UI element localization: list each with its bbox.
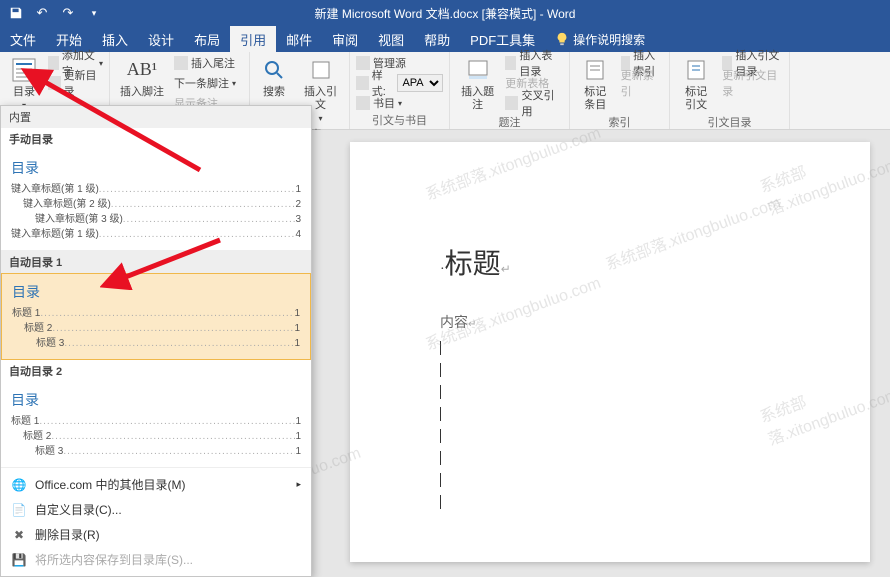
manual-toc-template[interactable]: 目录 键入章标题(第 1 级)1键入章标题(第 2 级)2键入章标题(第 3 级… — [1, 150, 311, 251]
toc-sample-line: 标题 31 — [12, 336, 300, 351]
manual-toc-header: 手动目录 — [1, 128, 311, 150]
globe-icon: 🌐 — [11, 477, 27, 493]
lightbulb-icon — [555, 32, 569, 46]
window-title: 新建 Microsoft Word 文档.docx [兼容模式] - Word — [315, 5, 576, 22]
auto-toc-1-header: 自动目录 1 — [1, 251, 311, 273]
document-page[interactable]: ·标题↵ 内容↵ — [350, 142, 870, 562]
toc-button-label: 目录 — [13, 86, 35, 99]
document-icon: 📄 — [11, 502, 27, 518]
quick-access-toolbar: ↶ ↷ ▾ — [0, 3, 104, 23]
more-toc-office-button[interactable]: 🌐Office.com 中的其他目录(M)▸ — [1, 472, 311, 497]
chevron-down-icon: ▾ — [318, 114, 322, 124]
mark-entry-button[interactable]: 标记条目 — [576, 54, 615, 114]
update-index-button: 更新索引 — [621, 74, 663, 92]
toc-sample-line: 标题 11 — [11, 414, 301, 429]
endnote-icon — [174, 56, 188, 70]
crossref-icon — [505, 96, 518, 110]
cross-reference-button[interactable]: 交叉引用 — [505, 94, 563, 112]
mark-entry-icon — [581, 56, 609, 84]
toc-sample-line: 标题 11 — [12, 306, 300, 321]
manage-sources-button[interactable]: 管理源 — [356, 54, 443, 72]
document-heading[interactable]: ·标题↵ — [440, 242, 830, 282]
search-button[interactable]: 搜索 — [256, 54, 292, 101]
auto-toc-1-template[interactable]: 目录 标题 11标题 21标题 31 — [1, 273, 311, 360]
search-icon — [260, 56, 288, 84]
insert-endnote-button[interactable]: 插入尾注 — [174, 54, 236, 72]
toc-gallery-dropdown: 内置 手动目录 目录 键入章标题(第 1 级)1键入章标题(第 2 级)2键入章… — [0, 105, 312, 577]
biblio-icon — [356, 96, 370, 110]
insert-caption-button[interactable]: 插入题注 — [456, 54, 499, 114]
auto-toc-2-header: 自动目录 2 — [1, 360, 311, 382]
toc-button[interactable]: 目录 ▾ — [6, 54, 42, 113]
mark-citation-icon — [682, 56, 710, 84]
toc-icon — [10, 56, 38, 84]
toc-sample-line: 键入章标题(第 2 级)2 — [11, 197, 301, 212]
tell-me-search[interactable]: 操作说明搜索 — [545, 31, 645, 48]
document-body-text[interactable]: 内容↵ — [440, 312, 830, 332]
save-button[interactable] — [6, 3, 26, 23]
mark-citation-button[interactable]: 标记引文 — [676, 54, 716, 114]
tab-references[interactable]: 引用 — [230, 26, 276, 52]
builtin-header: 内置 — [1, 106, 311, 128]
next-footnote-button[interactable]: 下一条脚注▾ — [174, 74, 236, 92]
toc-sample-line: 标题 21 — [12, 321, 300, 336]
footnote-icon: AB¹ — [128, 56, 156, 84]
tab-layout[interactable]: 布局 — [184, 26, 230, 52]
qat-customize-icon[interactable]: ▾ — [84, 3, 104, 23]
toc-sample-line: 键入章标题(第 1 级)1 — [11, 182, 301, 197]
toc-sample-line: 标题 31 — [11, 444, 301, 459]
update-toc-button[interactable]: 更新目录 — [48, 74, 103, 92]
remove-icon: ✖ — [11, 527, 27, 543]
toc-sample-line: 键入章标题(第 1 级)4 — [11, 227, 301, 242]
custom-toc-button[interactable]: 📄自定义目录(C)... — [1, 497, 311, 522]
redo-button[interactable]: ↷ — [58, 3, 78, 23]
citation-style-select[interactable]: 样式: APA — [356, 74, 443, 92]
style-icon — [356, 76, 369, 90]
undo-button[interactable]: ↶ — [32, 3, 52, 23]
tab-review[interactable]: 审阅 — [322, 26, 368, 52]
auto-toc-2-template[interactable]: 目录 标题 11标题 21标题 31 — [1, 382, 311, 468]
citation-icon — [307, 56, 335, 84]
add-text-icon — [48, 56, 59, 70]
insert-footnote-button[interactable]: AB¹ 插入脚注 — [116, 54, 168, 101]
tab-design[interactable]: 设计 — [138, 26, 184, 52]
toc-sample-line: 键入章标题(第 3 级)3 — [11, 212, 301, 227]
toc-sample-line: 标题 21 — [11, 429, 301, 444]
update-toa-button: 更新引文目录 — [722, 74, 783, 92]
bibliography-button[interactable]: 书目▾ — [356, 94, 443, 112]
remove-toc-button[interactable]: ✖删除目录(R) — [1, 522, 311, 547]
update-icon — [48, 76, 61, 90]
tab-view[interactable]: 视图 — [368, 26, 414, 52]
tof-icon — [505, 56, 516, 70]
tab-mailings[interactable]: 邮件 — [276, 26, 322, 52]
manage-sources-icon — [356, 56, 370, 70]
insert-table-of-figures-button[interactable]: 插入表目录 — [505, 54, 563, 72]
tell-me-label: 操作说明搜索 — [573, 31, 645, 48]
tab-file[interactable]: 文件 — [0, 26, 46, 52]
title-bar: ↶ ↷ ▾ 新建 Microsoft Word 文档.docx [兼容模式] -… — [0, 0, 890, 26]
style-dropdown[interactable]: APA — [397, 74, 443, 92]
caption-icon — [464, 56, 492, 84]
tab-help[interactable]: 帮助 — [414, 26, 460, 52]
tab-insert[interactable]: 插入 — [92, 26, 138, 52]
